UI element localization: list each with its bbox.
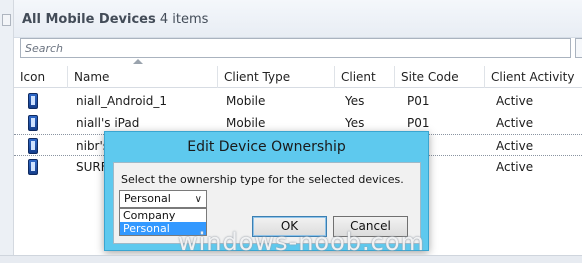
column-name[interactable]: Name	[68, 66, 218, 88]
device-client-type: Mobile	[226, 94, 266, 108]
column-client-type[interactable]: Client Type	[218, 66, 335, 88]
ownership-option-company[interactable]: Company	[120, 209, 206, 222]
column-headers: Icon Name Client Type Client Site Code C…	[14, 66, 582, 88]
column-icon[interactable]: Icon	[14, 66, 68, 88]
table-row[interactable]: niall_Android_1 Mobile Yes P01 Active	[14, 90, 582, 112]
column-client[interactable]: Client	[335, 66, 395, 88]
mobile-device-icon	[28, 138, 38, 154]
device-activity: Active	[496, 160, 534, 174]
search-field[interactable]	[20, 38, 571, 58]
mobile-device-icon	[28, 115, 38, 131]
search-input[interactable]	[21, 39, 570, 57]
item-count: 4 items	[159, 12, 209, 27]
list-header: All Mobile Devices 4 items	[14, 0, 582, 38]
dialog-message: Select the ownership type for the select…	[121, 173, 404, 186]
ownership-select[interactable]: Personal ∨	[119, 190, 207, 208]
mobile-device-icon	[28, 93, 38, 109]
device-activity: Active	[496, 116, 534, 130]
left-panel-strip	[0, 0, 14, 263]
device-name: SURF	[76, 160, 108, 174]
collection-name: All Mobile Devices	[22, 12, 156, 27]
sort-ascending-icon	[133, 59, 143, 64]
bottom-edge	[0, 255, 582, 263]
mobile-device-icon	[28, 159, 38, 175]
device-activity: Active	[496, 139, 534, 153]
dialog-title: Edit Device Ownership	[187, 139, 346, 155]
watermark-text: windows-noob.com	[178, 228, 425, 256]
ownership-selected-value: Personal	[124, 192, 171, 205]
scroll-up-button[interactable]	[2, 14, 11, 26]
device-client: Yes	[345, 94, 365, 108]
page-title: All Mobile Devices 4 items	[22, 12, 208, 27]
column-client-activity[interactable]: Client Activity	[485, 66, 582, 88]
column-site-code[interactable]: Site Code	[395, 66, 485, 88]
chevron-down-icon[interactable]: ∨	[195, 194, 202, 205]
device-site-code: P01	[407, 94, 430, 108]
search-button[interactable]	[575, 38, 582, 58]
device-name: niall_Android_1	[76, 94, 167, 108]
device-activity: Active	[496, 94, 534, 108]
